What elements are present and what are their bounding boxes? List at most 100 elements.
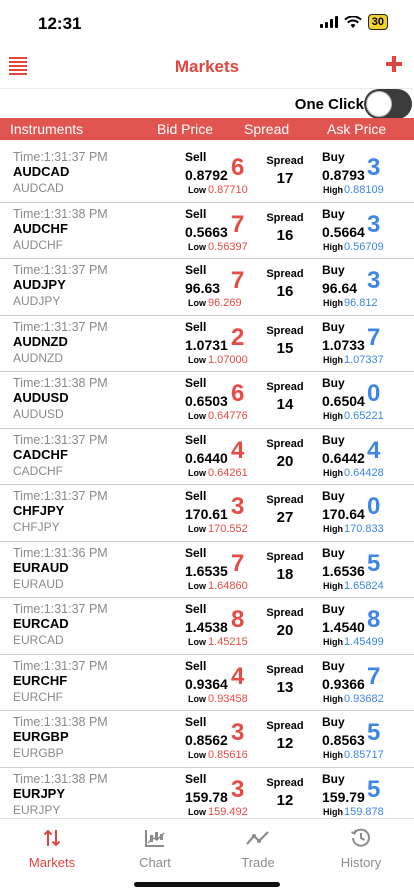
market-row[interactable]: Time:1:31:37 PM CADCHF CADCHF Sell 0.644… <box>0 429 414 485</box>
buy-quote[interactable]: Buy 170.64 0 High 170.833 <box>320 489 414 539</box>
spread-label: Spread <box>266 550 304 563</box>
sell-quote[interactable]: Sell 0.6503 6 Low 0.64776 <box>183 376 253 426</box>
market-row[interactable]: Time:1:31:38 PM AUDUSD AUDUSD Sell 0.650… <box>0 372 414 429</box>
market-row[interactable]: Time:1:31:37 PM CHFJPY CHFJPY Sell 170.6… <box>0 485 414 542</box>
sell-quote[interactable]: Sell 96.63 7 Low 96.269 <box>183 263 253 313</box>
sell-quote[interactable]: Sell 0.5663 7 Low 0.56397 <box>183 207 253 257</box>
high-label: High <box>323 411 343 421</box>
symbol-description: CHFJPY <box>13 520 60 534</box>
symbol-description: EURGBP <box>13 746 64 760</box>
buy-quote[interactable]: Buy 0.6442 4 High 0.64428 <box>320 433 414 483</box>
sell-quote[interactable]: Sell 0.8562 3 Low 0.85616 <box>183 715 253 765</box>
ask-big-digit: 7 <box>367 323 381 351</box>
low-value: 96.269 <box>208 297 242 309</box>
high-label: High <box>323 241 343 252</box>
sell-label: Sell <box>185 545 207 560</box>
bid-big-digit: 6 <box>231 154 245 181</box>
buy-quote[interactable]: Buy 0.6504 0 High 0.65221 <box>320 376 414 426</box>
wifi-icon <box>344 15 362 28</box>
buy-quote[interactable]: Buy 0.8563 5 High 0.85717 <box>320 715 414 765</box>
one-click-toggle[interactable] <box>364 89 412 119</box>
high-label: High <box>323 637 343 647</box>
quote-time: Time:1:31:37 PM <box>13 432 108 447</box>
tab-history[interactable]: History <box>326 827 396 870</box>
ask-big-digit: 7 <box>367 662 381 690</box>
ask-price: 170.64 <box>322 506 365 522</box>
quote-time: Time:1:31:38 PM <box>13 206 108 221</box>
symbol-name: EURCAD <box>13 616 69 631</box>
low-value: 0.85616 <box>208 749 248 761</box>
market-row[interactable]: Time:1:31:37 PM EURCAD EURCAD Sell 1.453… <box>0 598 414 655</box>
sell-label: Sell <box>185 658 207 673</box>
ask-price: 0.5664 <box>322 223 365 240</box>
buy-label: Buy <box>322 715 345 729</box>
symbol-name: EURJPY <box>13 785 66 801</box>
tab-trade[interactable]: Trade <box>223 827 293 870</box>
bid-price: 159.78 <box>185 788 228 805</box>
bid-big-digit: 2 <box>231 323 245 351</box>
market-row[interactable]: Time:1:31:37 PM AUDNZD AUDNZD Sell 1.073… <box>0 316 414 372</box>
market-row[interactable]: Time:1:31:37 PM EURCHF EURCHF Sell 0.936… <box>0 655 414 711</box>
buy-quote[interactable]: Buy 0.5664 3 High 0.56709 <box>320 207 414 257</box>
high-label: High <box>323 524 343 534</box>
quote-time: Time:1:31:36 PM <box>13 545 108 560</box>
sell-label: Sell <box>185 489 207 503</box>
sell-quote[interactable]: Sell 1.4538 8 Low 1.45215 <box>183 602 253 652</box>
sell-quote[interactable]: Sell 1.0731 2 Low 1.07000 <box>183 320 253 370</box>
high-value: 0.56709 <box>344 240 384 253</box>
sell-quote[interactable]: Sell 1.6535 7 Low 1.64860 <box>183 546 253 596</box>
one-click-bar: One Click <box>0 88 414 119</box>
symbol-name: AUDNZD <box>13 333 68 349</box>
battery-icon: 30 <box>367 14 388 30</box>
tab-markets[interactable]: Markets <box>17 827 87 870</box>
ask-big-digit: 3 <box>367 154 381 181</box>
market-row[interactable]: Time:1:31:37 PM AUDJPY AUDJPY Sell 96.63… <box>0 259 414 316</box>
sell-quote[interactable]: Sell 0.9364 4 Low 0.93458 <box>183 659 253 709</box>
sell-quote[interactable]: Sell 0.6440 4 Low 0.64261 <box>183 433 253 483</box>
market-row[interactable]: Time:1:31:38 PM AUDCHF AUDCHF Sell 0.566… <box>0 203 414 259</box>
market-row[interactable]: Time:1:31:36 PM EURAUD EURAUD Sell 1.653… <box>0 542 414 598</box>
symbol-name: CADCHF <box>13 446 68 462</box>
buy-quote[interactable]: Buy 1.4540 8 High 1.45499 <box>320 602 414 652</box>
symbol-description: EURAUD <box>13 576 64 591</box>
sell-quote[interactable]: Sell 0.8792 6 Low 0.87710 <box>183 150 253 200</box>
sell-quote[interactable]: Sell 159.78 3 Low 159.492 <box>183 772 253 819</box>
market-row[interactable]: Time:1:31:38 PM EURJPY EURJPY Sell 159.7… <box>0 768 414 819</box>
buy-quote[interactable]: Buy 159.79 5 High 159.878 <box>320 772 414 819</box>
buy-quote[interactable]: Buy 0.9366 7 High 0.93682 <box>320 659 414 709</box>
status-time: 12:31 <box>38 14 82 33</box>
add-symbol-button[interactable] <box>384 54 404 74</box>
ask-price: 1.4540 <box>322 619 365 635</box>
buy-quote[interactable]: Buy 1.0733 7 High 1.07337 <box>320 320 414 370</box>
spread-value: 12 <box>276 791 294 809</box>
tab-chart[interactable]: Chart <box>120 827 190 870</box>
high-value: 0.65221 <box>344 410 384 422</box>
bid-big-digit: 7 <box>231 210 245 238</box>
header-spread: Spread <box>244 121 290 137</box>
high-value: 1.45499 <box>344 636 384 648</box>
symbol-name: EURGBP <box>13 729 69 744</box>
market-list[interactable]: Time:1:31:37 PM AUDCAD AUDCAD Sell 0.879… <box>0 146 414 818</box>
spread-value: 14 <box>276 396 294 413</box>
sell-label: Sell <box>185 206 207 221</box>
spread-cell: Spread 17 <box>264 155 306 187</box>
buy-quote[interactable]: Buy 0.8793 3 High 0.88109 <box>320 150 414 200</box>
sell-quote[interactable]: Sell 170.61 3 Low 170.552 <box>183 489 253 539</box>
low-value: 0.93458 <box>208 692 248 705</box>
symbol-description: AUDUSD <box>13 407 64 421</box>
low-label: Low <box>188 298 206 308</box>
spread-label: Spread <box>266 437 304 450</box>
low-label: Low <box>188 411 206 421</box>
market-row[interactable]: Time:1:31:38 PM EURGBP EURGBP Sell 0.856… <box>0 711 414 768</box>
buy-quote[interactable]: Buy 96.64 3 High 96.812 <box>320 263 414 313</box>
low-label: Low <box>188 750 206 760</box>
bid-big-digit: 3 <box>231 493 245 520</box>
high-label: High <box>323 806 343 817</box>
market-row[interactable]: Time:1:31:37 PM AUDCAD AUDCAD Sell 0.879… <box>0 146 414 203</box>
spread-cell: Spread 14 <box>264 381 306 413</box>
buy-quote[interactable]: Buy 1.6536 5 High 1.65824 <box>320 546 414 596</box>
spread-cell: Spread 20 <box>264 607 306 639</box>
bid-big-digit: 4 <box>231 436 245 464</box>
bid-big-digit: 3 <box>231 775 245 803</box>
ask-price: 0.9366 <box>322 675 365 692</box>
